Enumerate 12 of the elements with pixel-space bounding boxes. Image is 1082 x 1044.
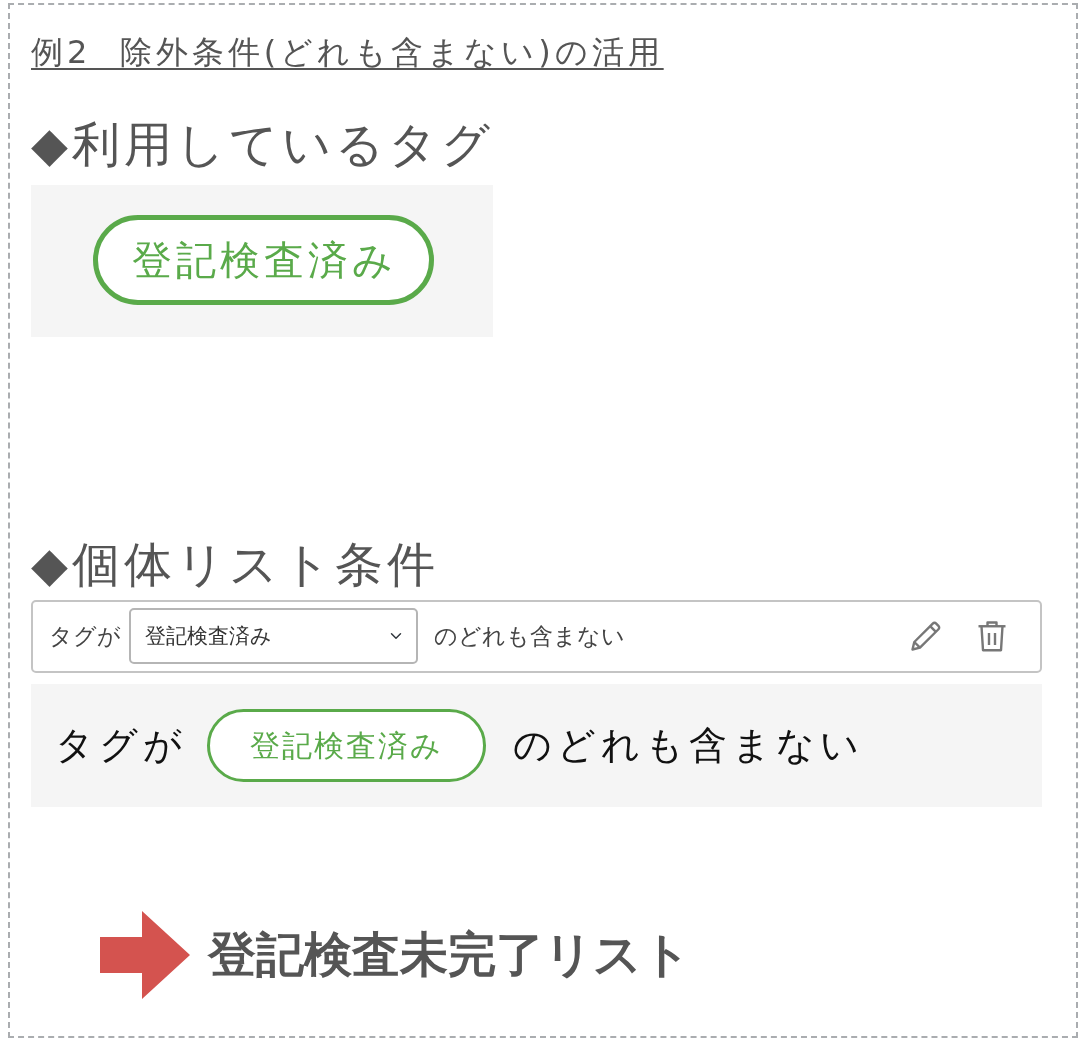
result-label: 登記検査未完了リスト <box>208 925 691 984</box>
tag-select[interactable]: 登記検査済み <box>129 608 418 665</box>
section-heading: ◆利用しているタグ <box>31 117 495 173</box>
tag-chip: 登記検査済み <box>207 708 486 782</box>
condition-text: タグが <box>55 721 187 769</box>
right-arrow-icon <box>100 910 190 999</box>
section-title: 例2 除外条件(どれも含まない)の活用 <box>31 33 664 72</box>
tag-chip: 登記検査済み <box>93 214 434 305</box>
condition-label: タグが <box>49 622 121 651</box>
condition-text: のどれも含まない <box>513 721 864 769</box>
section-heading: ◆個体リスト条件 <box>31 536 440 592</box>
condition-label: のどれも含まない <box>434 622 625 651</box>
